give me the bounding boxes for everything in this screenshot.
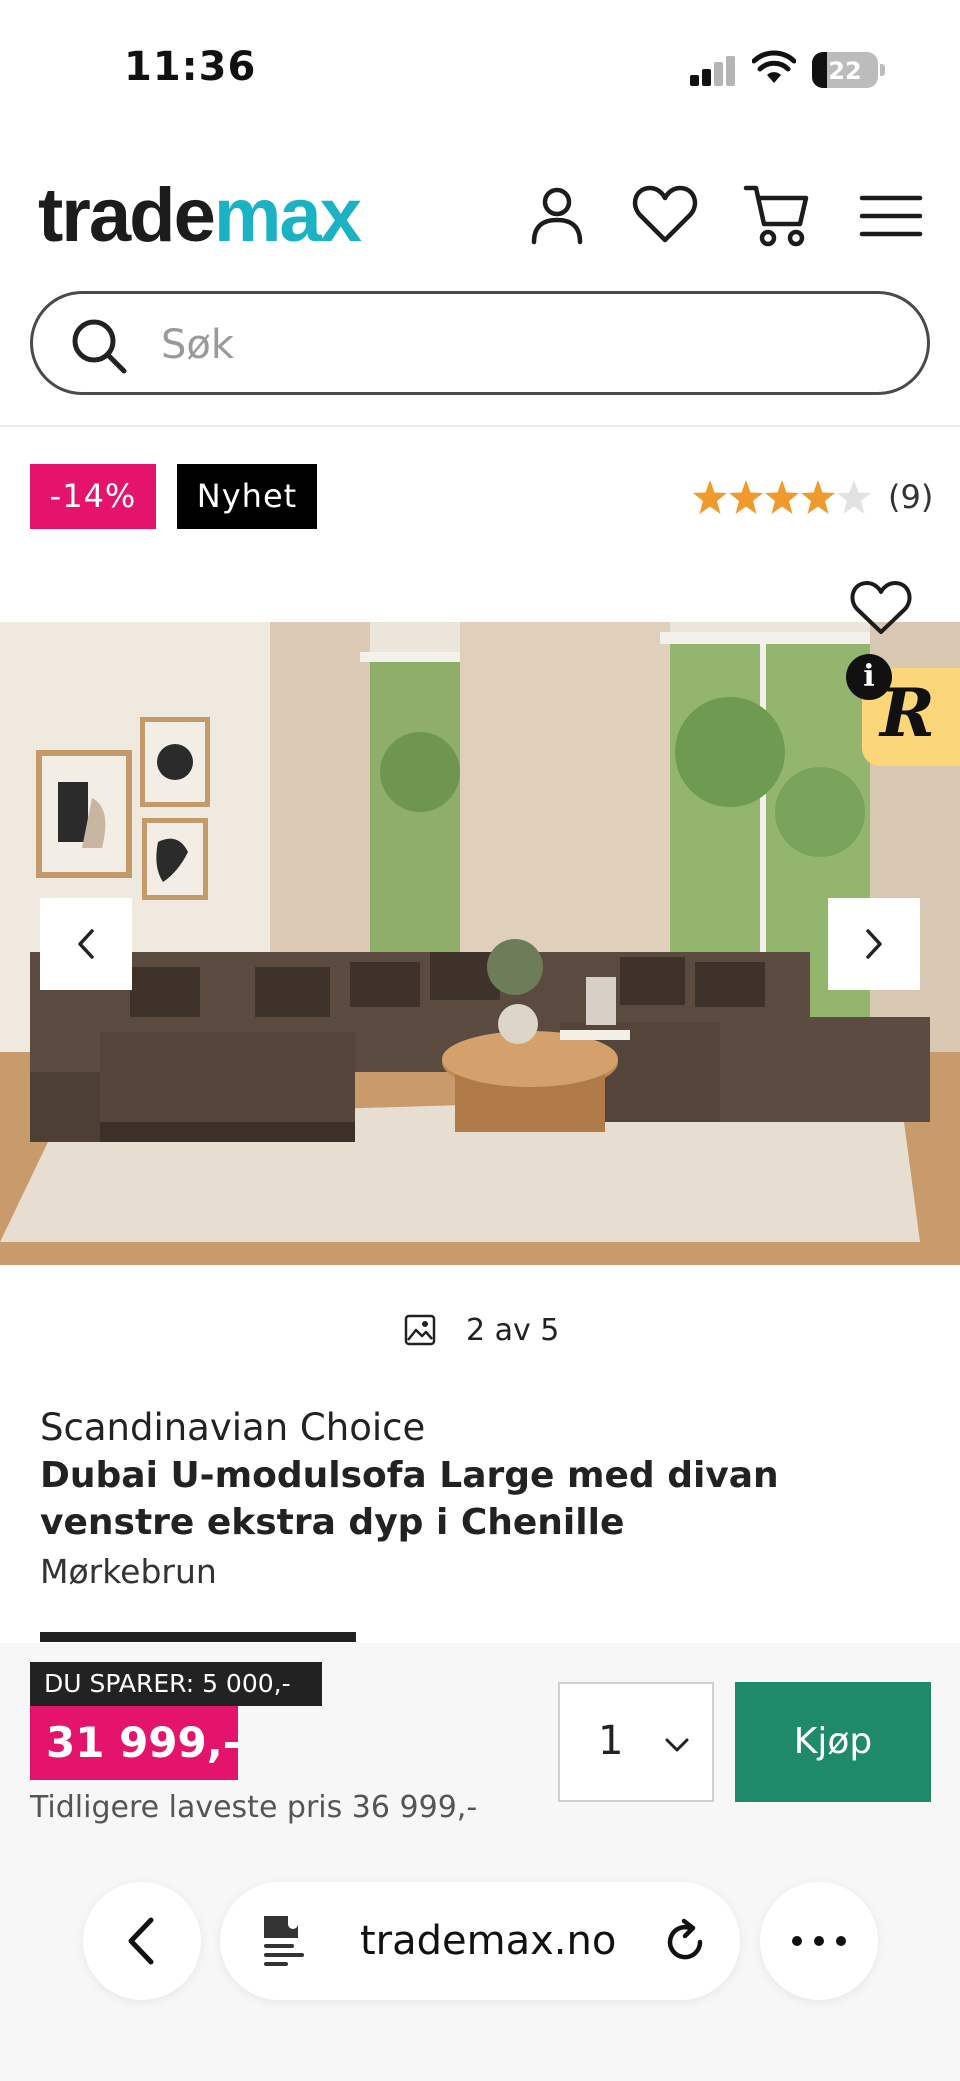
search-input[interactable]: Søk [30,291,930,395]
chevron-right-icon [866,929,882,959]
more-icon [792,1936,846,1946]
wifi-icon [752,50,796,83]
buy-button[interactable]: Kjøp [735,1682,931,1802]
living-room-sofa-photo [0,622,960,1265]
trademax-logo[interactable]: trademax [38,173,362,258]
star-filled-icon [765,480,799,514]
image-counter-text: 2 av 5 [466,1312,560,1348]
discount-badge: -14% [30,464,156,529]
header-divider [0,425,960,427]
logo-text-trade: trade [38,173,216,258]
menu-icon[interactable] [856,180,926,250]
quantity-value: 1 [598,1718,624,1764]
image-counter: 2 av 5 [404,1310,559,1350]
browser-address-bar[interactable]: trademax.no [220,1882,740,2000]
current-price: 31 999,- [30,1706,240,1780]
status-time: 11:36 [124,44,257,90]
image-icon [404,1314,436,1346]
star-filled-icon [693,480,727,514]
search-icon [72,319,127,374]
cellular-signal-icon [690,56,736,86]
star-filled-icon [729,480,763,514]
battery-icon: 22 [812,52,878,88]
cart-icon[interactable] [742,180,812,250]
rating-count[interactable]: (9) [888,478,933,516]
savings-label: DU SPARER: 5 000,- [30,1662,322,1706]
new-badge: Nyhet [177,464,317,529]
rating-stars[interactable] [692,474,872,518]
quantity-select[interactable]: 1 [558,1682,714,1802]
heart-icon[interactable] [630,180,700,250]
wishlist-heart-icon[interactable] [848,578,914,638]
account-icon[interactable] [522,180,592,250]
tab-indicator [40,1632,356,1642]
logo-text-max: max [213,173,362,258]
chevron-down-icon [665,1738,689,1752]
previous-image-button[interactable] [40,898,132,990]
battery-level: 22 [828,57,862,85]
reload-icon[interactable] [660,1916,710,1966]
battery-cap [880,64,885,76]
product-variant: Mørkebrun [40,1552,217,1591]
browser-url: trademax.no [360,1918,617,1964]
star-empty-icon [837,480,871,514]
previous-lowest-price: Tidligere laveste pris 36 999,- [30,1790,478,1825]
browser-back-button[interactable] [83,1882,201,2000]
next-image-button[interactable] [828,898,920,990]
info-icon[interactable]: i [846,654,892,700]
product-brand[interactable]: Scandinavian Choice [40,1406,425,1449]
star-filled-icon [801,480,835,514]
extension-puzzle-icon [264,1916,304,1966]
product-image[interactable] [0,622,960,1265]
chevron-left-icon [128,1917,154,1965]
status-bar: 11:36 22 [0,0,960,120]
product-title: Dubai U-modulsofa Large med divan venstr… [40,1455,779,1543]
browser-more-button[interactable] [760,1882,878,2000]
chevron-left-icon [78,929,94,959]
search-placeholder: Søk [161,322,235,368]
